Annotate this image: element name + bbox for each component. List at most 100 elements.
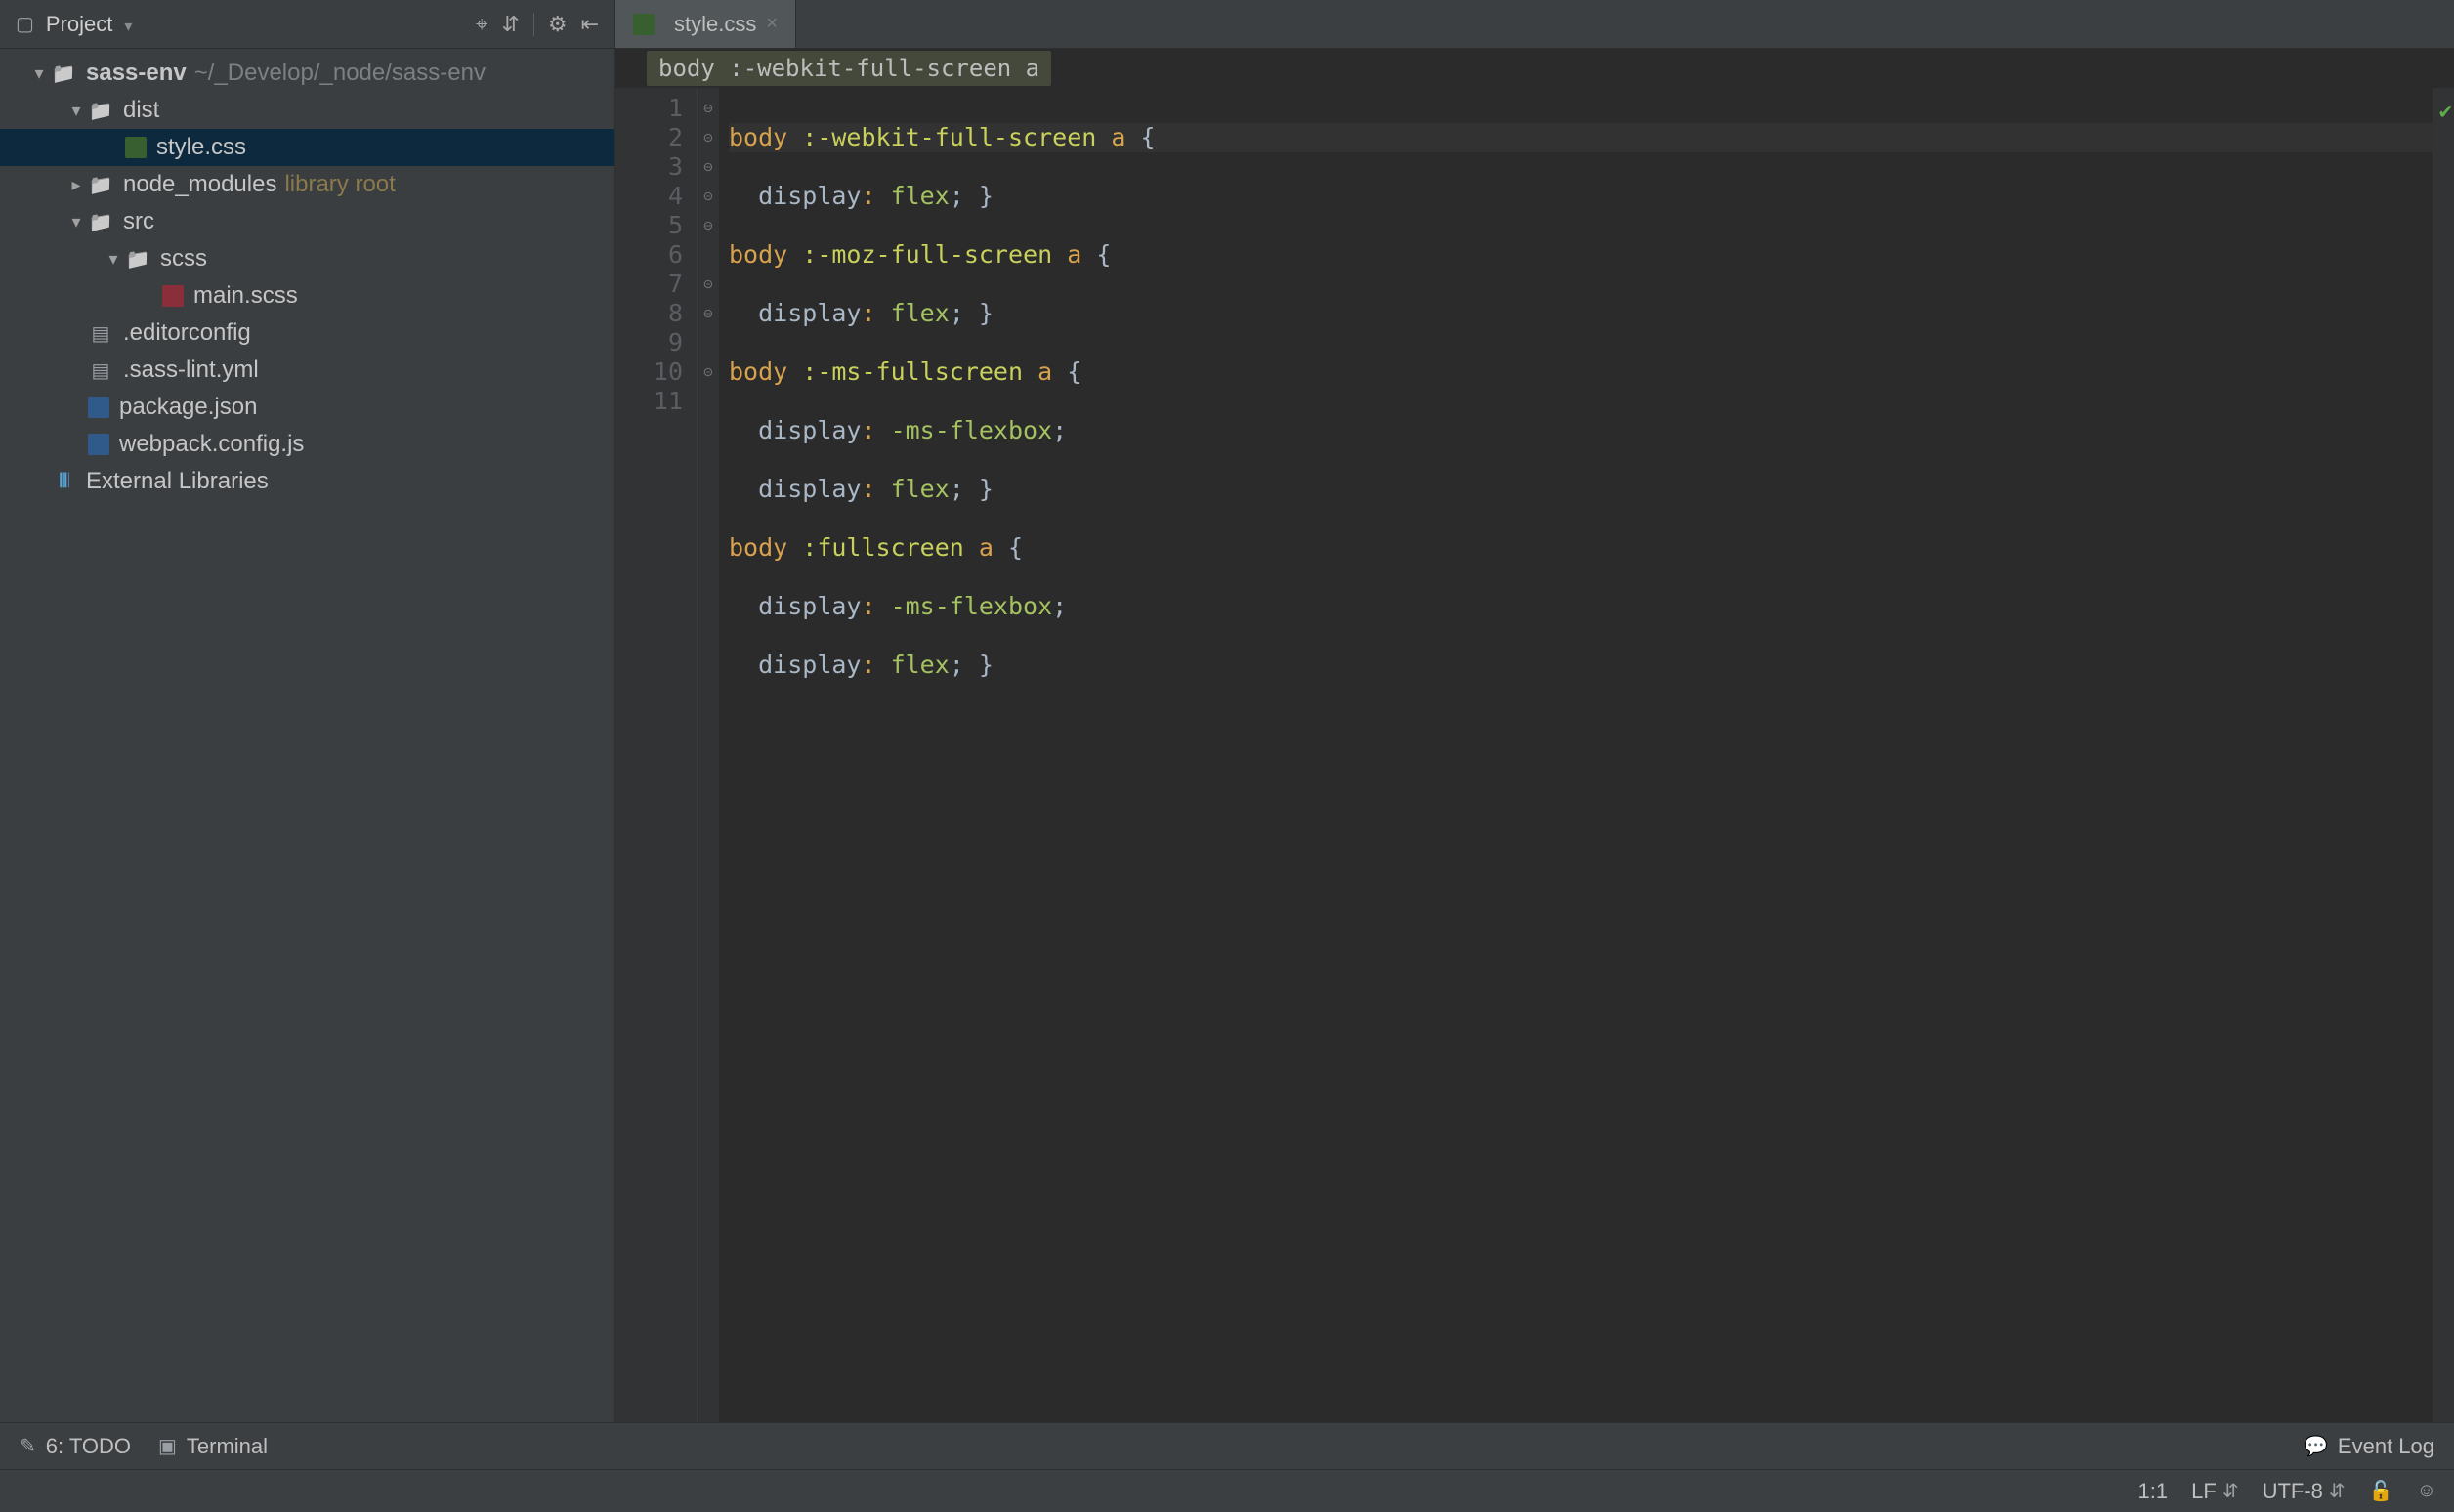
code-line[interactable]: display: flex; } [729, 182, 2433, 211]
tree-folder-scss[interactable]: ▾ scss [0, 240, 614, 277]
code-line[interactable]: display: -ms-flexbox; [729, 416, 2433, 445]
line-number[interactable]: 11 [615, 387, 683, 416]
project-tree[interactable]: ▾ sass-env ~/_Develop/_node/sass-env ▾ d… [0, 49, 614, 1422]
code-line[interactable]: display: -ms-flexbox; [729, 592, 2433, 621]
line-number[interactable]: 1 [615, 94, 683, 123]
editor-tab-style-css[interactable]: style.css × [615, 0, 796, 48]
fold-marker[interactable]: ⊖ [698, 299, 719, 328]
line-number[interactable]: 8 [615, 299, 683, 328]
fold-marker[interactable]: ⊝ [698, 270, 719, 299]
project-view-dropdown[interactable]: ▾ [124, 17, 132, 36]
tree-file-style-css[interactable]: style.css [0, 129, 614, 166]
code-line[interactable]: body :-webkit-full-screen a { [729, 123, 2433, 152]
hector-icon[interactable]: ☺ [2417, 1480, 2436, 1502]
chevron-right-icon[interactable]: ▸ [66, 175, 86, 195]
json-file-icon [88, 397, 109, 418]
folder-icon [125, 246, 150, 272]
close-icon[interactable]: × [766, 13, 778, 35]
css-file-icon [633, 14, 655, 35]
collapse-all-icon[interactable]: ⇵ [501, 12, 519, 37]
line-number[interactable]: 2 [615, 123, 683, 152]
line-number[interactable]: 4 [615, 182, 683, 211]
file-encoding[interactable]: UTF-8⇵ [2263, 1479, 2346, 1504]
line-number[interactable]: 7 [615, 270, 683, 299]
tree-external-libraries[interactable]: External Libraries [0, 463, 614, 500]
folder-icon [51, 61, 76, 86]
tree-root[interactable]: ▾ sass-env ~/_Develop/_node/sass-env [0, 55, 614, 92]
code-line[interactable]: body :-ms-fullscreen a { [729, 357, 2433, 387]
divider [533, 13, 534, 36]
code-line[interactable]: body :-moz-full-screen a { [729, 240, 2433, 270]
chevron-down-icon[interactable]: ▾ [66, 212, 86, 232]
tree-folder-node-modules[interactable]: ▸ node_modules library root [0, 166, 614, 203]
scroll-from-source-icon[interactable]: ⌖ [476, 12, 487, 37]
folder-icon [88, 209, 113, 234]
caret-position[interactable]: 1:1 [2138, 1479, 2169, 1504]
tree-label: style.css [156, 134, 246, 161]
line-number[interactable]: 3 [615, 152, 683, 182]
fold-marker[interactable]: ⊖ [698, 152, 719, 182]
tree-label: sass-env [86, 60, 187, 87]
line-number[interactable]: 5 [615, 211, 683, 240]
editor-tab-bar[interactable]: style.css × [615, 0, 2454, 49]
error-stripe[interactable]: ✔ [2433, 88, 2454, 1422]
updown-icon: ⇵ [2222, 1479, 2239, 1503]
main-row: ▢ Project ▾ ⌖ ⇵ ⚙ ⇤ ▾ sass-env ~/_Dev [0, 0, 2454, 1422]
project-tool-window: ▢ Project ▾ ⌖ ⇵ ⚙ ⇤ ▾ sass-env ~/_Dev [0, 0, 615, 1422]
event-log-button[interactable]: 💬 Event Log [2304, 1434, 2434, 1459]
updown-icon: ⇵ [2329, 1479, 2346, 1503]
tab-label: style.css [674, 12, 756, 37]
inspector-icon: ☺ [2417, 1480, 2436, 1502]
lock-icon: 🔓 [2369, 1479, 2393, 1503]
settings-gear-icon[interactable]: ⚙ [548, 12, 568, 37]
file-icon [88, 320, 113, 346]
fold-marker[interactable]: ⊝ [698, 182, 719, 211]
code-line[interactable] [729, 709, 2433, 738]
tree-path: ~/_Develop/_node/sass-env [194, 60, 486, 87]
terminal-tool-window-button[interactable]: ▣ Terminal [158, 1434, 268, 1459]
todo-label: 6: TODO [46, 1434, 131, 1459]
fold-marker[interactable]: ⊖ [698, 94, 719, 123]
tree-label: node_modules [123, 171, 276, 198]
code-line[interactable]: display: flex; } [729, 651, 2433, 680]
breadcrumb-bar: body :-webkit-full-screen a [615, 49, 2454, 88]
chevron-down-icon[interactable]: ▾ [29, 63, 49, 84]
fold-gutter[interactable]: ⊖ ⊝ ⊖ ⊝ ⊖ ⊝ ⊖ ⊝ [698, 88, 719, 1422]
tree-annotation: library root [284, 171, 395, 198]
chevron-down-icon[interactable]: ▾ [104, 249, 123, 270]
tree-file-main-scss[interactable]: main.scss [0, 277, 614, 315]
line-separator[interactable]: LF⇵ [2191, 1479, 2238, 1504]
fold-marker[interactable]: ⊖ [698, 211, 719, 240]
tree-file-webpack-config[interactable]: webpack.config.js [0, 426, 614, 463]
code-line[interactable]: display: flex; } [729, 299, 2433, 328]
tree-file-sass-lint[interactable]: .sass-lint.yml [0, 352, 614, 389]
line-number-gutter[interactable]: 1 2 3 4 5 6 7 8 9 10 11 [615, 88, 698, 1422]
inspection-ok-icon[interactable]: ✔ [2439, 98, 2452, 127]
terminal-label: Terminal [187, 1434, 268, 1459]
code-line[interactable]: display: flex; } [729, 475, 2433, 504]
tree-label: .sass-lint.yml [123, 357, 259, 384]
tree-file-editorconfig[interactable]: .editorconfig [0, 315, 614, 352]
project-header: ▢ Project ▾ ⌖ ⇵ ⚙ ⇤ [0, 0, 614, 49]
line-number[interactable]: 9 [615, 328, 683, 357]
hide-panel-icon[interactable]: ⇤ [581, 12, 599, 37]
tree-folder-src[interactable]: ▾ src [0, 203, 614, 240]
todo-tool-window-button[interactable]: ✎ 6: TODO [20, 1434, 131, 1459]
tree-folder-dist[interactable]: ▾ dist [0, 92, 614, 129]
fold-marker[interactable]: ⊝ [698, 123, 719, 152]
tree-file-package-json[interactable]: package.json [0, 389, 614, 426]
code-area[interactable]: body :-webkit-full-screen a { display: f… [719, 88, 2433, 1422]
fold-marker[interactable]: ⊝ [698, 357, 719, 387]
project-icon: ▢ [16, 12, 34, 36]
folder-icon [88, 172, 113, 197]
breadcrumb[interactable]: body :-webkit-full-screen a [647, 51, 1051, 86]
line-number[interactable]: 10 [615, 357, 683, 387]
readonly-toggle[interactable]: 🔓 [2369, 1479, 2393, 1503]
code-line[interactable]: body :fullscreen a { [729, 533, 2433, 563]
editor-body[interactable]: 1 2 3 4 5 6 7 8 9 10 11 ⊖ ⊝ ⊖ ⊝ [615, 88, 2454, 1422]
line-number[interactable]: 6 [615, 240, 683, 270]
editor-area: style.css × body :-webkit-full-screen a … [615, 0, 2454, 1422]
chevron-down-icon[interactable]: ▾ [66, 101, 86, 121]
project-title[interactable]: Project [46, 12, 112, 37]
js-file-icon [88, 434, 109, 455]
